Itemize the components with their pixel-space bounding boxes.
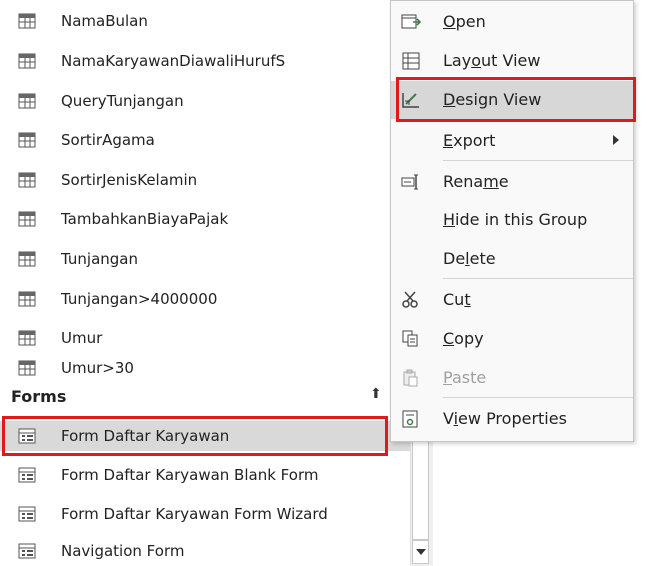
menu-item-copy[interactable]: Copy: [391, 320, 633, 358]
form-icon: [18, 428, 36, 444]
form-icon: [18, 543, 36, 559]
nav-item-label: Form Daftar Karyawan Blank Form: [61, 466, 319, 484]
nav-item-query[interactable]: Tunjangan>4000000: [0, 284, 410, 314]
menu-separator: [443, 397, 633, 398]
query-icon: [18, 211, 36, 227]
open-form-icon: [401, 14, 421, 29]
menu-item-export[interactable]: Export: [391, 122, 633, 160]
nav-item-label: Tunjangan: [61, 250, 138, 268]
query-icon: [18, 360, 36, 376]
navigation-pane: NamaBulan NamaKaryawanDiawaliHurufS Quer…: [0, 0, 432, 566]
nav-item-query[interactable]: QueryTunjangan: [0, 86, 410, 116]
nav-item-label: NamaKaryawanDiawaliHurufS: [61, 52, 286, 70]
menu-item-rename[interactable]: Rename: [391, 163, 633, 201]
query-icon: [18, 330, 36, 346]
nav-item-query[interactable]: NamaBulan: [0, 6, 410, 36]
forms-group-title: Forms: [11, 387, 67, 406]
scroll-down-button[interactable]: [412, 540, 429, 564]
query-icon: [18, 251, 36, 267]
scissors-icon: [402, 291, 418, 308]
nav-item-form[interactable]: Form Daftar Karyawan Blank Form: [0, 460, 410, 490]
nav-item-query[interactable]: NamaKaryawanDiawaliHurufS: [0, 46, 410, 76]
nav-item-query[interactable]: Umur>30: [0, 353, 410, 383]
nav-item-query[interactable]: TambahkanBiayaPajak: [0, 204, 410, 234]
menu-item-open[interactable]: Open: [391, 3, 633, 41]
menu-separator: [443, 160, 633, 161]
nav-item-query[interactable]: Umur: [0, 323, 410, 353]
context-menu: Open Layout View Design View Export Rena…: [390, 0, 634, 442]
nav-item-label: QueryTunjangan: [61, 92, 184, 110]
query-icon: [18, 93, 36, 109]
copy-icon: [402, 330, 418, 347]
layout-view-icon: [402, 52, 420, 70]
menu-item-cut[interactable]: Cut: [391, 281, 633, 319]
nav-item-label: Umur>30: [61, 359, 134, 377]
menu-item-view-properties[interactable]: View Properties: [391, 400, 633, 438]
nav-item-query[interactable]: Tunjangan: [0, 244, 410, 274]
nav-item-form[interactable]: Navigation Form: [0, 536, 410, 566]
rename-icon: [401, 174, 418, 190]
design-view-icon: [402, 93, 419, 108]
forms-group-header[interactable]: Forms ⬆︎: [0, 381, 410, 411]
nav-item-form-selected[interactable]: Form Daftar Karyawan: [0, 421, 410, 451]
nav-item-label: Navigation Form: [61, 542, 185, 560]
query-icon: [18, 291, 36, 307]
query-icon: [18, 132, 36, 148]
nav-item-label: Tunjangan>4000000: [61, 290, 218, 308]
menu-item-paste[interactable]: Paste: [391, 359, 633, 397]
query-icon: [18, 13, 36, 29]
nav-item-label: TambahkanBiayaPajak: [61, 210, 229, 228]
nav-item-form[interactable]: Form Daftar Karyawan Form Wizard: [0, 499, 410, 529]
nav-item-label: SortirJenisKelamin: [61, 171, 198, 189]
nav-item-label: Form Daftar Karyawan Form Wizard: [61, 505, 328, 523]
form-icon: [18, 506, 36, 522]
menu-item-layout-view[interactable]: Layout View: [391, 42, 633, 80]
menu-separator: [443, 119, 633, 120]
nav-item-label: Umur: [61, 329, 103, 347]
nav-item-label: Form Daftar Karyawan: [61, 427, 230, 445]
nav-item-query[interactable]: SortirJenisKelamin: [0, 165, 410, 195]
paste-icon: [403, 369, 418, 387]
form-icon: [18, 467, 36, 483]
menu-item-design-view[interactable]: Design View: [391, 81, 633, 119]
query-icon: [18, 53, 36, 69]
collapse-chevron-icon[interactable]: ⬆︎: [370, 386, 382, 402]
nav-item-label: NamaBulan: [61, 12, 148, 30]
menu-item-hide-in-group[interactable]: Hide in this Group: [391, 201, 633, 239]
query-icon: [18, 172, 36, 188]
nav-item-query[interactable]: SortirAgama: [0, 125, 410, 155]
submenu-arrow-icon: [613, 135, 619, 145]
menu-separator: [443, 278, 633, 279]
triangle-down-icon: [415, 549, 426, 555]
menu-item-delete[interactable]: Delete: [391, 240, 633, 278]
nav-item-label: SortirAgama: [61, 131, 155, 149]
properties-icon: [402, 410, 418, 428]
